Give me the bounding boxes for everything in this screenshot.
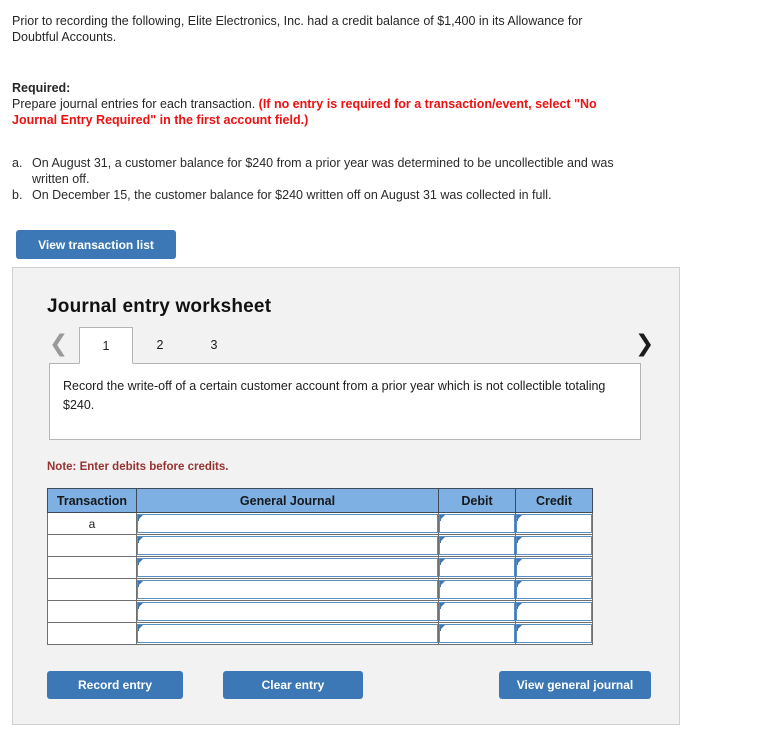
worksheet-instruction-text: Record the write-off of a certain custom… [63,379,606,412]
transaction-cell: a [47,512,137,535]
column-header-transaction: Transaction [47,488,137,513]
list-item-letter: a. [12,156,23,170]
table-row [47,556,593,579]
list-item-text: On August 31, a customer balance for $24… [32,156,614,186]
required-text: Prepare journal entries for each transac… [12,97,259,111]
transaction-cell [47,622,137,645]
credit-input[interactable] [516,536,592,555]
transaction-cell [47,534,137,557]
debit-cell[interactable] [438,622,516,645]
general-journal-input[interactable] [137,514,438,533]
debit-input[interactable] [439,602,515,621]
table-row [47,600,593,623]
table-row [47,622,593,645]
journal-entry-table: Transaction General Journal Debit Credit… [47,488,593,645]
general-journal-input[interactable] [137,624,438,643]
chevron-right-icon[interactable]: ❯ [635,332,654,356]
debit-cell[interactable] [438,600,516,623]
general-journal-cell[interactable] [136,578,439,601]
intro-text: Prior to recording the following, Elite … [12,14,583,44]
chevron-left-icon[interactable]: ❮ [49,332,68,356]
debits-before-credits-note: Note: Enter debits before credits. [47,461,229,473]
credit-input[interactable] [516,558,592,577]
general-journal-cell[interactable] [136,512,439,535]
table-row [47,578,593,601]
general-journal-input[interactable] [137,602,438,621]
worksheet-instruction-box: Record the write-off of a certain custom… [49,363,641,440]
debit-input[interactable] [439,624,515,643]
credit-cell[interactable] [515,578,593,601]
transaction-cell [47,600,137,623]
credit-cell[interactable] [515,534,593,557]
required-section: Required: Prepare journal entries for ea… [12,80,637,128]
general-journal-cell[interactable] [136,600,439,623]
view-general-journal-button[interactable]: View general journal [499,671,651,699]
debit-cell[interactable] [438,556,516,579]
list-item: b. On December 15, the customer balance … [12,187,637,203]
tab-1[interactable]: 1 [79,327,133,364]
tab-3[interactable]: 3 [187,327,241,364]
general-journal-input[interactable] [137,558,438,577]
journal-entry-worksheet-panel: Journal entry worksheet ❮ 1 2 3 ❯ Record… [12,267,680,725]
page-title: Journal entry worksheet [47,296,272,317]
table-row [47,534,593,557]
record-entry-button[interactable]: Record entry [47,671,183,699]
general-journal-cell[interactable] [136,534,439,557]
credit-cell[interactable] [515,556,593,579]
credit-cell[interactable] [515,512,593,535]
debit-cell[interactable] [438,512,516,535]
column-header-debit: Debit [438,488,516,513]
worksheet-tabstrip: ❮ 1 2 3 ❯ [13,326,679,364]
table-row: a [47,512,593,535]
debit-cell[interactable] [438,578,516,601]
transaction-cell [47,556,137,579]
debit-cell[interactable] [438,534,516,557]
transaction-list: a. On August 31, a customer balance for … [12,155,637,203]
credit-input[interactable] [516,580,592,599]
intro-paragraph: Prior to recording the following, Elite … [12,13,632,45]
debit-input[interactable] [439,580,515,599]
debit-input[interactable] [439,536,515,555]
column-header-general-journal: General Journal [136,488,439,513]
debit-input[interactable] [439,558,515,577]
list-item-text: On December 15, the customer balance for… [32,188,552,202]
general-journal-input[interactable] [137,580,438,599]
list-item: a. On August 31, a customer balance for … [12,155,637,187]
credit-input[interactable] [516,602,592,621]
general-journal-cell[interactable] [136,622,439,645]
transaction-cell [47,578,137,601]
table-header-row: Transaction General Journal Debit Credit [47,488,593,513]
credit-cell[interactable] [515,622,593,645]
credit-input[interactable] [516,514,592,533]
tab-2[interactable]: 2 [133,327,187,364]
credit-input[interactable] [516,624,592,643]
general-journal-cell[interactable] [136,556,439,579]
debit-input[interactable] [439,514,515,533]
clear-entry-button[interactable]: Clear entry [223,671,363,699]
view-transaction-list-button[interactable]: View transaction list [16,230,176,259]
credit-cell[interactable] [515,600,593,623]
general-journal-input[interactable] [137,536,438,555]
column-header-credit: Credit [515,488,593,513]
list-item-letter: b. [12,188,23,202]
required-label: Required: [12,81,71,95]
